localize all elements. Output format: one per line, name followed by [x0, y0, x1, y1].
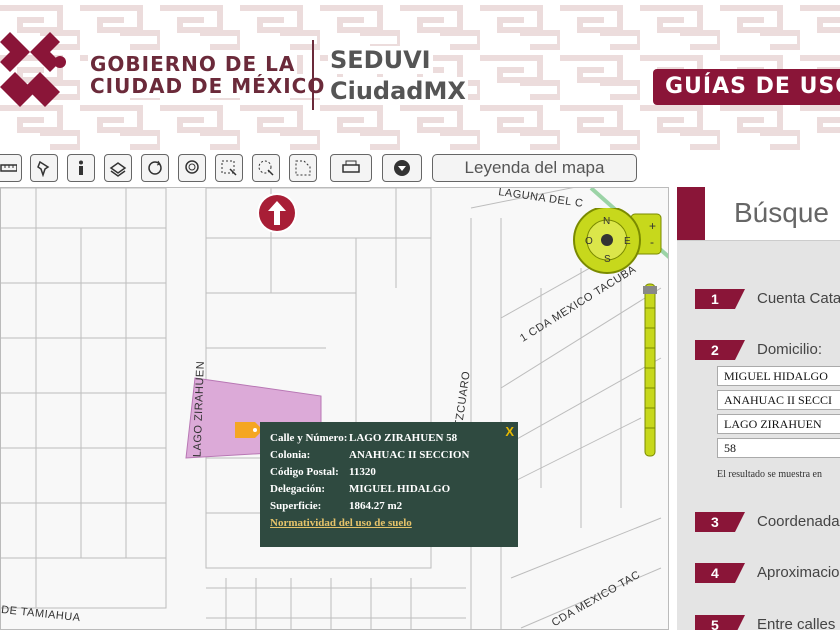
- panel-header: Búsque: [677, 187, 840, 241]
- popup-label: Superficie:: [270, 500, 322, 512]
- map-toolbar: Leyenda del mapa: [0, 150, 840, 186]
- popup-row-address: Calle y Número: LAGO ZIRAHUEN 58: [270, 432, 508, 444]
- zoom-out-icon[interactable]: -: [650, 235, 654, 249]
- info-button[interactable]: [67, 154, 95, 182]
- info-icon: [79, 160, 83, 175]
- delegacion-field[interactable]: MIGUEL HIDALGO: [717, 366, 840, 386]
- popup-value: MIGUEL HIDALGO: [349, 483, 451, 495]
- popup-label: Código Postal:: [270, 466, 339, 478]
- street-field[interactable]: LAGO ZIRAHUEN: [717, 414, 840, 434]
- layers-icon: [109, 162, 127, 177]
- download-button[interactable]: [382, 154, 422, 182]
- compass-icon: + - N S E O: [573, 206, 662, 457]
- measure-icon: [0, 164, 17, 172]
- popup-value: 11320: [349, 466, 376, 478]
- compass-east: E: [624, 236, 631, 247]
- step-number: 1: [695, 289, 745, 309]
- agency-name: SEDUVI: [328, 46, 433, 74]
- location-marker-icon: [235, 422, 263, 438]
- number-field[interactable]: 58: [717, 438, 840, 458]
- step-label: Cuenta Cata: [757, 290, 840, 307]
- refresh-icon: [148, 160, 162, 175]
- select-polygon-button[interactable]: [289, 154, 317, 182]
- popup-row-delegacion: Delegación: MIGUEL HIDALGO: [270, 483, 508, 495]
- popup-label: Delegación:: [270, 483, 325, 495]
- map-base: [1, 188, 668, 629]
- zoom-in-icon[interactable]: +: [649, 219, 656, 233]
- popup-label: Colonia:: [270, 449, 311, 461]
- step-label: Aproximacio: [757, 564, 840, 581]
- print-icon: [342, 160, 360, 173]
- compass-south: S: [604, 254, 611, 265]
- layers-button[interactable]: [104, 154, 132, 182]
- map-navigation-control: + - N S E O: [571, 206, 668, 473]
- cdmx-logo-icon: [0, 32, 66, 107]
- land-use-link[interactable]: Normatividad del uso de suelo: [270, 517, 412, 529]
- pin-button[interactable]: [30, 154, 58, 182]
- map-legend-button[interactable]: Leyenda del mapa: [432, 154, 637, 182]
- close-icon[interactable]: X: [505, 424, 514, 439]
- result-note: El resultado se muestra en: [717, 469, 822, 480]
- refresh-button[interactable]: [141, 154, 169, 182]
- agency-subname: CiudadMX: [328, 77, 468, 105]
- compass-north: N: [603, 216, 610, 227]
- government-name-line1: GOBIERNO DE LA: [88, 52, 298, 76]
- select-circle-button[interactable]: [252, 154, 280, 182]
- popup-row-superficie: Superficie: 1864.27 m2: [270, 500, 508, 512]
- map-view[interactable]: LAGUNA DEL C 1 CDA MEXICO TACUBA LAGO ZI…: [0, 187, 669, 630]
- step-number: 4: [695, 563, 745, 583]
- panel-accent-bar: [677, 187, 705, 240]
- zoom-slider[interactable]: [644, 283, 656, 457]
- select-rect-icon: [221, 160, 237, 176]
- popup-row-colonia: Colonia: ANAHUAC II SECCION: [270, 449, 508, 461]
- popup-label: Calle y Número:: [270, 432, 348, 444]
- step-number: 3: [695, 512, 745, 532]
- arrow-up-icon: [268, 201, 286, 225]
- select-polygon-icon: [295, 160, 311, 176]
- panel-title: Búsque: [734, 197, 829, 228]
- north-arrow-button[interactable]: [259, 195, 295, 231]
- government-name-line2: CIUDAD DE MÉXICO: [88, 74, 328, 98]
- popup-value: ANAHUAC II SECCION: [349, 449, 470, 461]
- step-label: Entre calles: [757, 616, 836, 630]
- measure-button[interactable]: [0, 154, 22, 182]
- select-circle-icon: [258, 160, 274, 176]
- download-icon: [394, 160, 410, 176]
- zoom-circle-button[interactable]: [178, 154, 206, 182]
- step-number: 5: [695, 615, 745, 630]
- step-label: Domicilio:: [757, 341, 823, 358]
- pin-icon: [37, 160, 50, 177]
- popup-row-postal: Código Postal: 11320: [270, 466, 508, 478]
- search-panel: Búsque 1 Cuenta Cata 2 Domicilio: MIGUEL H…: [677, 187, 840, 630]
- step-label: Coordenada: [757, 513, 840, 530]
- header-divider: [312, 40, 314, 110]
- print-button[interactable]: [330, 154, 372, 182]
- popup-value: LAGO ZIRAHUEN 58: [349, 432, 458, 444]
- guides-button[interactable]: GUÍAS DE USO: [653, 69, 840, 105]
- popup-value: 1864.27 m2: [349, 500, 403, 512]
- zoom-circle-icon: [185, 160, 199, 174]
- step-number: 2: [695, 340, 745, 360]
- parcel-info-popup: X Calle y Número: LAGO ZIRAHUEN 58 Coloni…: [260, 422, 518, 547]
- colonia-field[interactable]: ANAHUAC II SECCI: [717, 390, 840, 410]
- select-rect-button[interactable]: [215, 154, 243, 182]
- compass-west: O: [585, 236, 593, 247]
- header: GOBIERNO DE LA CIUDAD DE MÉXICO SEDUVI C…: [0, 0, 840, 150]
- zoom-slider-handle[interactable]: [643, 286, 657, 294]
